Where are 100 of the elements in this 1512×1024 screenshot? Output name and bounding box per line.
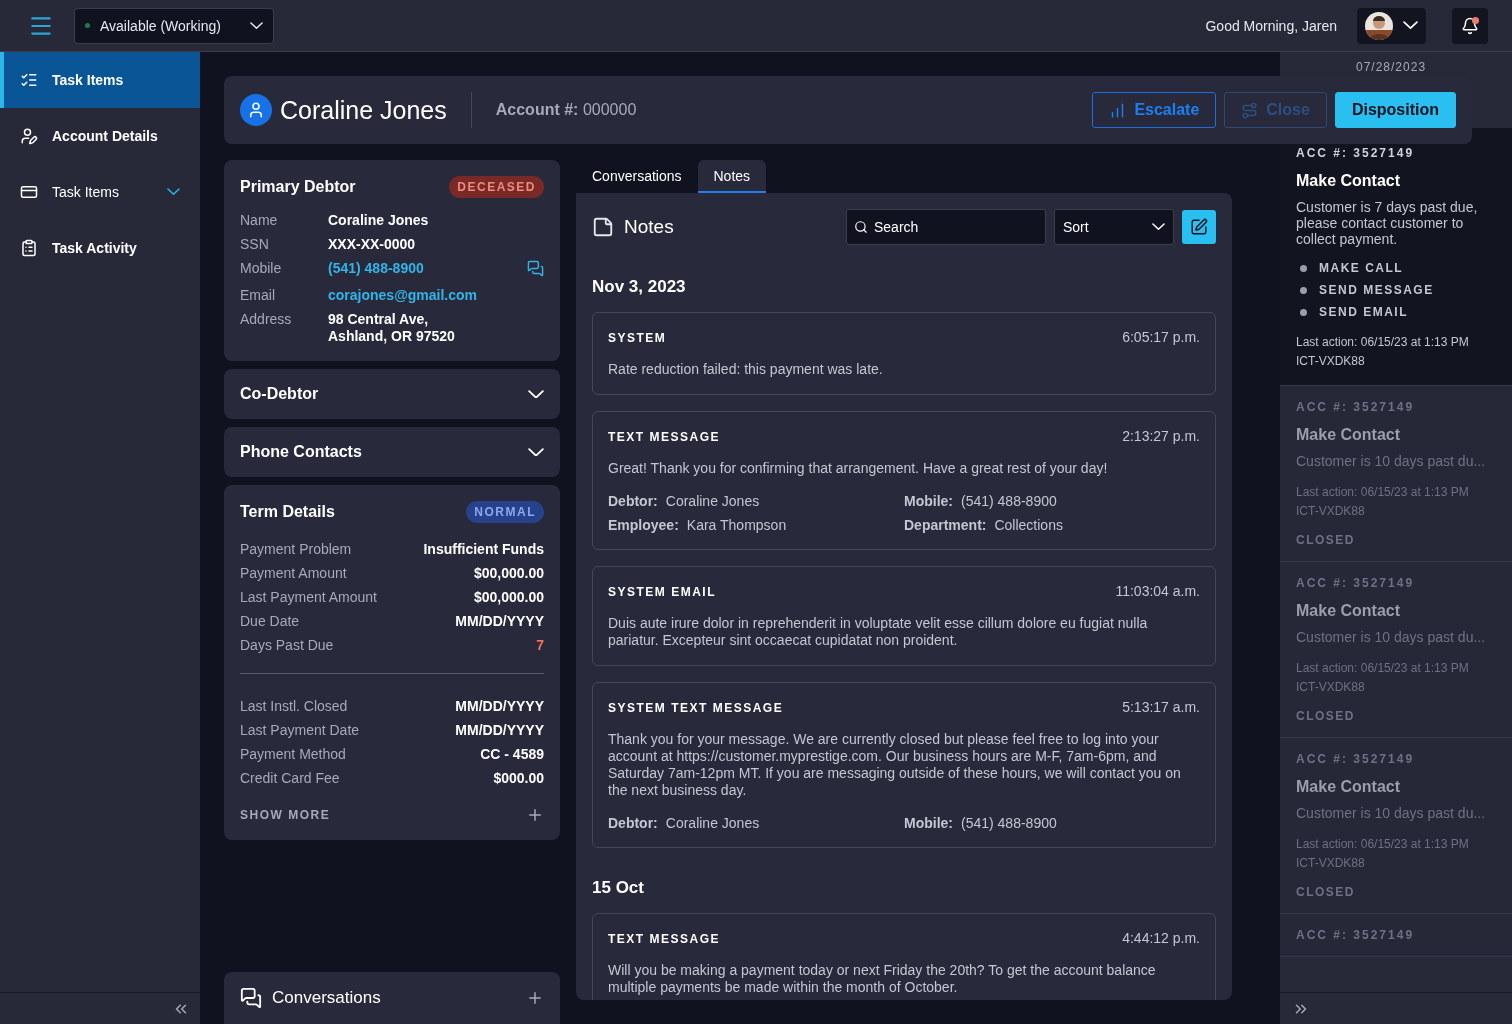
date-heading: Nov 3, 2023 (592, 277, 687, 297)
note-field: Department: Collections (904, 517, 1200, 533)
field-label: SSN (240, 236, 270, 252)
account-menu-button[interactable] (1357, 7, 1426, 44)
card-title: Term Details (240, 503, 335, 521)
contact-link[interactable]: (541) 488-8900 (328, 260, 527, 277)
collapsible-section[interactable]: Phone Contacts (224, 427, 560, 477)
status-badge: NORMAL (466, 501, 544, 523)
term-value: MM/DD/YYYY (455, 698, 544, 714)
note-field: Mobile: (541) 488-8900 (904, 493, 1200, 509)
card-title: Primary Debtor (240, 178, 356, 196)
field-value: XXX-XX-0000 (328, 236, 417, 253)
task-card[interactable]: ACC #: 3527149 Make Contact Customer is 7 days past due, please contact customer to collect payment. MAKE CALL SEND MESSAGE SEND EMAIL Last action: 06/15/23 at 1:13 PM ICT-VXDK88 (1280, 128, 1512, 386)
term-value: $000.00 (493, 770, 544, 786)
note-field: Employee: Kara Thompson (608, 517, 904, 533)
new-note-button[interactable] (1182, 210, 1216, 244)
sidebar-item[interactable]: Account Details (0, 108, 200, 164)
sort-dropdown[interactable]: Sort (1054, 209, 1174, 245)
note-type: TEXT MESSAGE (608, 932, 720, 946)
sidebar-item[interactable]: Task Activity (0, 220, 200, 276)
task-action[interactable]: SEND MESSAGE (1296, 283, 1496, 297)
task-status: CLOSED (1296, 885, 1356, 899)
note-text: Duis aute irure dolor in reprehenderit in voluptate velit esse cillum dolore eu fugiat nulla pariatur. Excepteur sint occaecat cupidatat non proident. (608, 615, 1149, 649)
tab[interactable]: Conversations (576, 160, 698, 193)
bell-icon (1461, 16, 1479, 35)
chevron-down-icon (528, 447, 544, 457)
tab[interactable]: Notes (697, 160, 767, 193)
notifications-button[interactable] (1452, 7, 1488, 44)
note-type: SYSTEM TEXT MESSAGE (608, 701, 784, 715)
note-time: 5:13:17 a.m. (1122, 699, 1200, 715)
checklist-icon (20, 71, 38, 89)
chevron-down-icon (1152, 223, 1165, 231)
user-icon (240, 94, 272, 126)
note-field: Debtor: Coraline Jones (608, 815, 904, 831)
task-account: ACC #: 3527149 (1296, 146, 1416, 160)
task-title: Make Contact (1296, 426, 1402, 444)
term-value: Insufficient Funds (423, 541, 544, 557)
note-field: Debtor: Coraline Jones (608, 493, 904, 509)
term-label: Credit Card Fee (240, 770, 340, 786)
note-field: Mobile: (541) 488-8900 (904, 815, 1200, 831)
task-action[interactable]: MAKE CALL (1296, 261, 1496, 275)
task-code: ICT-VXDK88 (1296, 503, 1366, 520)
add-icon[interactable] (526, 989, 544, 1007)
conversations-card[interactable]: Conversations (224, 972, 560, 1024)
chevron-down-icon (167, 188, 180, 196)
last-action: Last action: 06/15/23 at 1:13 PM (1296, 660, 1470, 677)
action-button[interactable]: Disposition (1334, 92, 1456, 128)
sidebar-item[interactable]: Task Items (0, 52, 200, 108)
task-description: Customer is 10 days past du... (1296, 629, 1487, 645)
term-label: Last Instl. Closed (240, 698, 348, 714)
search-icon (854, 220, 868, 234)
account-number: Account #: 000000 (495, 101, 637, 119)
field-label: Name (240, 212, 279, 228)
chevron-down-icon (1403, 21, 1418, 30)
show-more-button[interactable]: SHOW MORE (240, 806, 544, 824)
action-button[interactable]: Escalate (1092, 92, 1217, 128)
search-field[interactable]: Search (846, 209, 1046, 245)
term-label: Due Date (240, 613, 300, 629)
task-action[interactable]: SEND EMAIL (1296, 305, 1496, 319)
task-code: ICT-VXDK88 (1296, 855, 1366, 872)
note-type: SYSTEM (608, 331, 667, 345)
task-description: Customer is 7 days past due, please contact customer to collect payment. (1296, 199, 1479, 247)
chevron-down-icon (250, 21, 263, 30)
task-code: ICT-VXDK88 (1296, 353, 1366, 370)
term-value: MM/DD/YYYY (455, 613, 544, 629)
contact-link[interactable]: corajones@gmail.com (328, 287, 527, 304)
clipboard-icon (20, 239, 38, 257)
debtor-name: Coraline Jones (280, 92, 472, 128)
field-label: Mobile (240, 260, 283, 276)
collapsible-section[interactable]: Co-Debtor (224, 369, 560, 419)
chat-icon (240, 987, 262, 1009)
note-text: Thank you for your message. We are currently closed but please feel free to log into your account at https://customer.myprestige.com. Our business hours are M-F, 7am-6pm, and Saturday 7am-12pm MT. If you are messaging outside of these hours, we will contact you on the next business day. (608, 731, 1182, 799)
date-heading: 15 Oct (592, 878, 645, 898)
term-label: Days Past Due (240, 637, 334, 653)
greeting: Good Morning, Jaren (1205, 17, 1337, 34)
term-value: MM/DD/YYYY (455, 722, 544, 738)
note-type: TEXT MESSAGE (608, 430, 720, 444)
term-label: Payment Method (240, 746, 346, 762)
note-time: 4:44:12 p.m. (1122, 930, 1200, 946)
last-action: Last action: 06/15/23 at 1:13 PM (1296, 484, 1470, 501)
field-label: Email (240, 287, 276, 303)
task-account: ACC #: 3527149 (1296, 928, 1416, 942)
sidebar-item[interactable]: Task Items (0, 164, 200, 220)
note-type: SYSTEM EMAIL (608, 585, 716, 599)
task-title: Make Contact (1296, 778, 1402, 796)
task-title: Make Contact (1296, 172, 1402, 190)
status-dropdown[interactable]: Available (Working) (74, 7, 274, 44)
task-title: Make Contact (1296, 602, 1402, 620)
card-icon (20, 183, 38, 201)
note-text: Rate reduction failed: this payment was late. (608, 361, 884, 378)
task-date: 07/28/2023 (1356, 60, 1427, 74)
term-value: $00,000.00 (473, 565, 544, 581)
note-time: 2:13:27 p.m. (1122, 428, 1200, 444)
term-label: Payment Problem (240, 541, 352, 557)
term-label: Payment Amount (240, 565, 347, 581)
term-value: $00,000.00 (473, 589, 544, 605)
plus-icon (526, 806, 544, 824)
task-description: Customer is 10 days past du... (1296, 453, 1487, 469)
task-status: CLOSED (1296, 533, 1356, 547)
chat-icon[interactable] (527, 260, 544, 277)
